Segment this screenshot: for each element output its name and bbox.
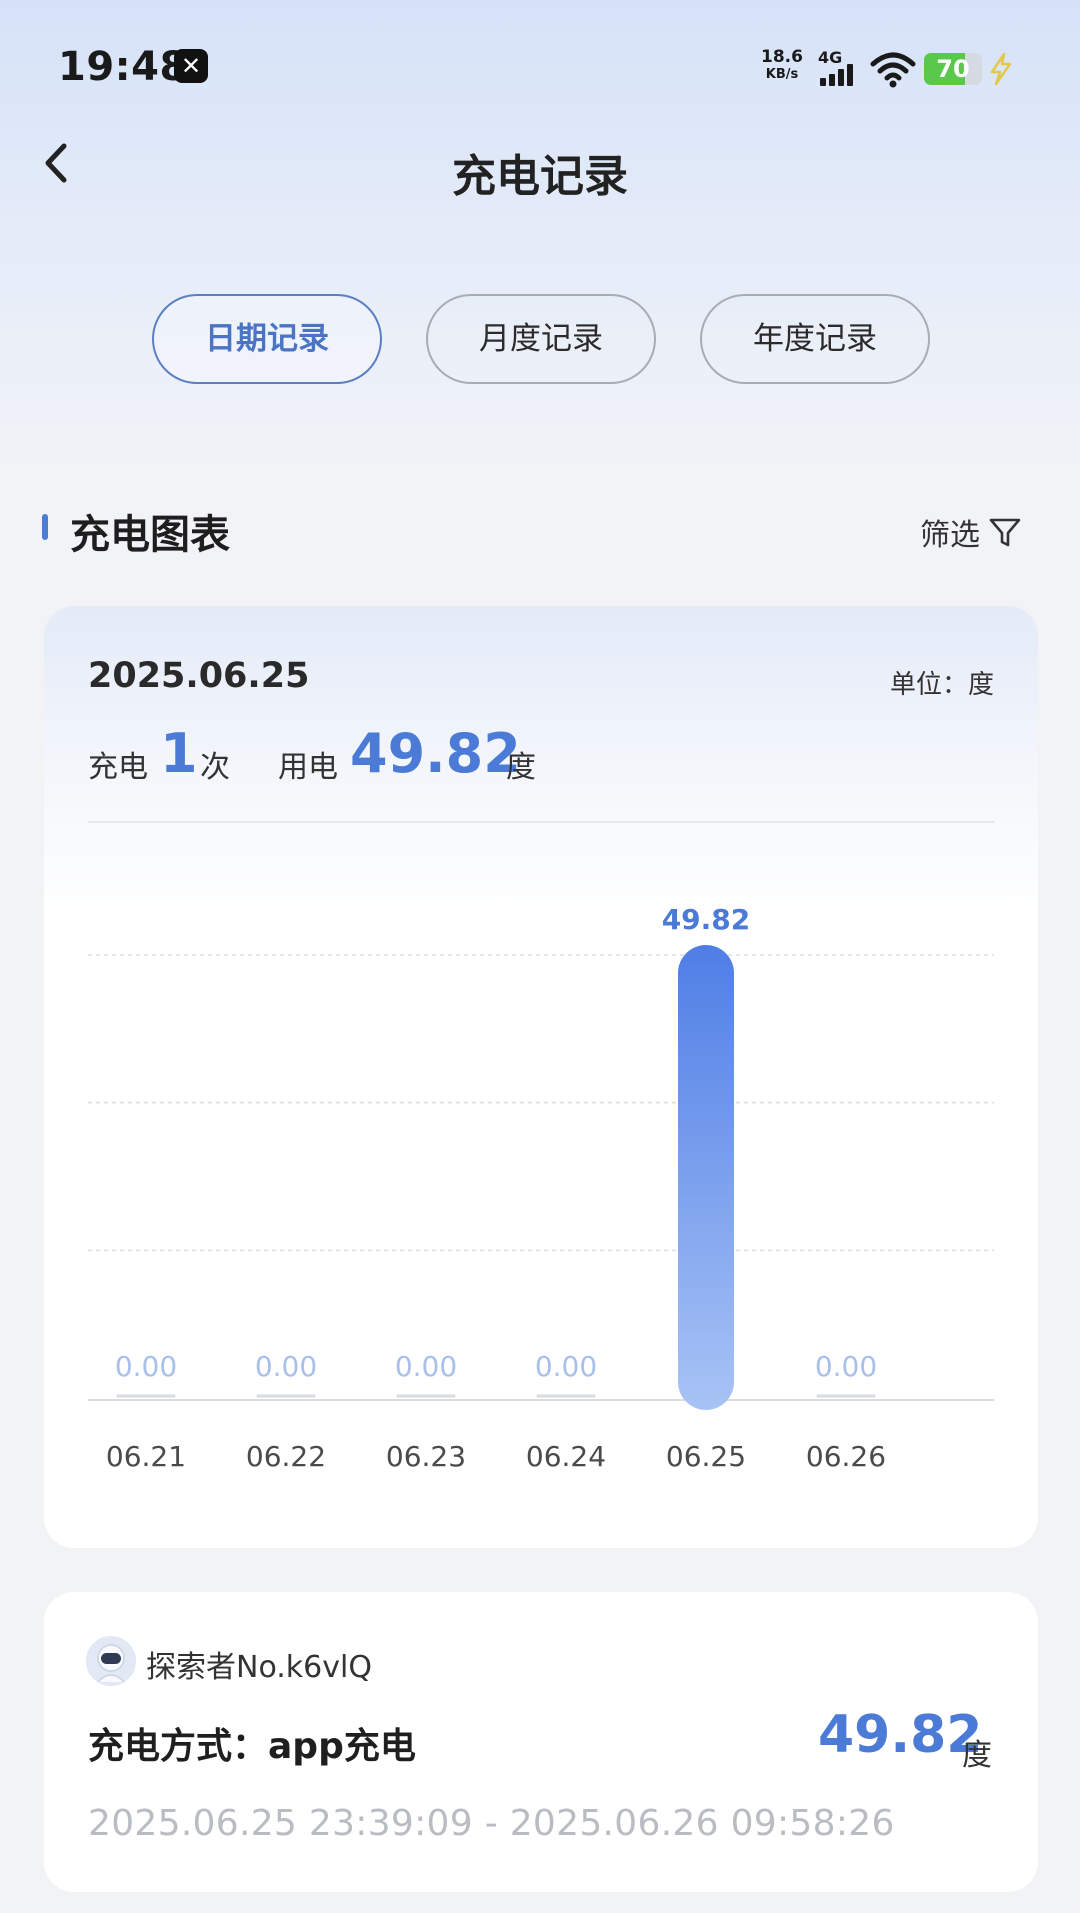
chart-x-tick-label[interactable]: 06.25	[666, 1440, 746, 1473]
bar-chart: 0.00 06.20 0.00 06.21 0.00 06.22 0.00 06.23 0.00…	[44, 821, 994, 1473]
record-time-range: 2025.06.25 23:39:09 - 2025.06.26 09:58:2…	[88, 1803, 895, 1844]
chart-x-tick-label[interactable]: 06.22	[246, 1440, 326, 1473]
selected-date: 2025.06.25	[88, 656, 310, 696]
chart-data-label: 49.82	[662, 903, 751, 936]
chart-x-tick-label[interactable]: 06.20	[44, 1440, 46, 1473]
record-energy: 49.82	[818, 1705, 983, 1765]
user-name: 探索者No.k6vlQ	[146, 1650, 372, 1685]
charging-bolt-icon	[990, 52, 1012, 86]
filter-button[interactable]: 筛选	[920, 512, 1022, 553]
section-accent-bar	[42, 514, 48, 540]
chart-x-tick-label[interactable]: 06.26	[806, 1440, 886, 1473]
chart-x-tick-label[interactable]: 06.21	[106, 1440, 186, 1473]
chart-x-tick-label[interactable]: 06.23	[386, 1440, 466, 1473]
network-speed-value: 18.6	[761, 47, 803, 67]
battery-indicator: 70	[924, 53, 982, 85]
filter-icon	[989, 518, 1021, 547]
chart-data-label: 0.00	[815, 1350, 877, 1383]
usage-value: 49.82	[350, 722, 521, 785]
wifi-icon	[870, 52, 916, 88]
record-energy-unit: 度	[962, 1738, 992, 1773]
charge-method: 充电方式：app充电	[88, 1726, 416, 1767]
signal-icon	[820, 64, 860, 86]
chart-data-label: 0.00	[115, 1350, 177, 1383]
unit-label: 单位：度	[890, 670, 995, 700]
tab-monthly-records[interactable]: 月度记录	[426, 294, 656, 384]
filter-label: 筛选	[920, 518, 980, 553]
section-title: 充电图表	[70, 512, 230, 558]
network-speed-unit: KB/s	[765, 67, 799, 82]
page-title: 充电记录	[452, 151, 628, 202]
tab-daily-records[interactable]: 日期记录	[152, 294, 382, 384]
network-speed: 18.6 KB/s	[758, 47, 806, 83]
battery-level: 70	[936, 55, 970, 83]
x-app-icon: ✕	[174, 49, 208, 83]
chart-data-label: 0.00	[395, 1350, 457, 1383]
chart-x-tick-label[interactable]: 06.24	[526, 1440, 606, 1473]
astronaut-avatar-icon	[86, 1636, 136, 1686]
tab-yearly-records[interactable]: 年度记录	[700, 294, 930, 384]
charge-count-value: 1	[160, 722, 198, 785]
chart-data-label: 0.00	[535, 1350, 597, 1383]
chart-bar[interactable]	[678, 945, 734, 1410]
status-time: 19:48	[58, 44, 188, 90]
chart-data-label: 0.00	[255, 1350, 317, 1383]
